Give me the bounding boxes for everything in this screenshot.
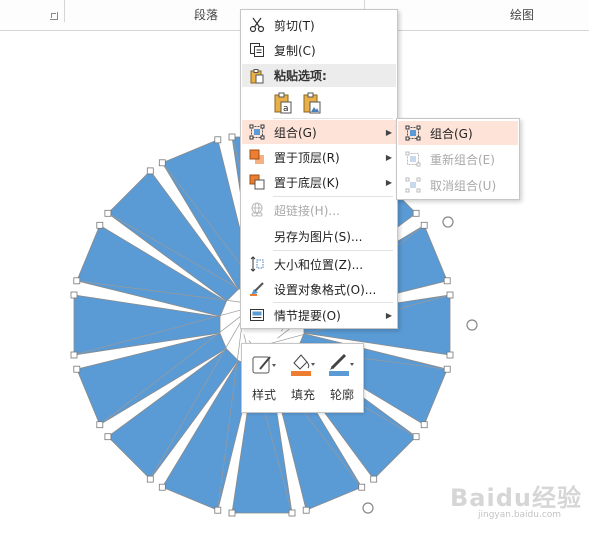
resize-handle[interactable] <box>443 365 451 373</box>
menu-item-label: 情节提要(O) <box>274 308 341 323</box>
submenu-arrow-icon: ▶ <box>385 177 393 187</box>
resize-handle[interactable] <box>228 509 236 517</box>
resize-handle[interactable] <box>443 277 451 285</box>
resize-handle[interactable] <box>370 475 378 483</box>
menu-item-send-to-back[interactable]: 置于底层(K) ▶ <box>242 170 396 194</box>
resize-handle[interactable] <box>146 167 154 175</box>
resize-handle[interactable] <box>96 421 104 429</box>
resize-handle[interactable] <box>358 483 366 491</box>
group-icon <box>242 120 272 144</box>
context-menu: 剪切(T) 复制(C) 粘贴选项: a 组合(G) ▶ 置于顶层(R) ▶ 置于… <box>240 9 398 329</box>
menu-item-label: 置于顶层(R) <box>274 150 340 165</box>
menu-item-hyperlink: 超链接(H)... <box>242 198 396 222</box>
shape-style-icon <box>250 350 278 380</box>
regroup-icon <box>398 147 428 171</box>
menu-item-label: 大小和位置(Z)... <box>274 257 364 272</box>
resize-handle[interactable] <box>302 506 310 514</box>
menu-item-label: 复制(C) <box>274 43 316 58</box>
rotate-handle-icon[interactable] <box>362 502 374 514</box>
bring-to-front-icon <box>242 145 272 169</box>
menu-item-cut[interactable]: 剪切(T) <box>242 13 396 37</box>
submenu-arrow-icon: ▶ <box>385 310 393 320</box>
resize-handle[interactable] <box>73 365 81 373</box>
resize-handle[interactable] <box>73 277 81 285</box>
menu-item-label: 重新组合(E) <box>430 152 495 167</box>
resize-handle[interactable] <box>104 209 112 217</box>
paste-as-picture-icon[interactable] <box>300 90 324 116</box>
menu-item-storyboard[interactable]: 情节提要(O) ▶ <box>242 303 396 327</box>
menu-item-group[interactable]: 组合(G) ▶ <box>242 120 396 144</box>
menu-separator <box>273 196 393 197</box>
paste-options-header: 粘贴选项: <box>242 64 396 87</box>
menu-item-bring-to-front[interactable]: 置于顶层(R) ▶ <box>242 145 396 169</box>
baidu-watermark: Baidu经验 <box>450 484 582 512</box>
resize-handle[interactable] <box>158 483 166 491</box>
menu-item-label: 取消组合(U) <box>430 178 497 193</box>
resize-handle[interactable] <box>214 136 222 144</box>
shape-style-button[interactable]: 样式 <box>245 350 283 408</box>
storyboard-icon <box>242 303 272 327</box>
copy-icon <box>242 38 272 62</box>
resize-handle[interactable] <box>158 159 166 167</box>
rotate-handle-icon[interactable] <box>466 319 478 331</box>
menu-item-copy[interactable]: 复制(C) <box>242 38 396 62</box>
paste-icon <box>242 64 272 87</box>
paint-bucket-icon <box>289 350 317 380</box>
resize-handle[interactable] <box>104 433 112 441</box>
submenu-arrow-icon: ▶ <box>385 152 393 162</box>
resize-handle[interactable] <box>420 421 428 429</box>
resize-handle[interactable] <box>70 291 78 299</box>
resize-handle[interactable] <box>446 291 454 299</box>
menu-item-label: 组合(G) <box>274 125 317 140</box>
resize-handle[interactable] <box>412 209 420 217</box>
resize-handle[interactable] <box>146 475 154 483</box>
send-to-back-icon <box>242 170 272 194</box>
menu-separator <box>273 118 393 119</box>
shape-fill-button[interactable]: 填充 <box>284 350 322 408</box>
menu-item-save-as-picture[interactable]: 另存为图片(S)... <box>242 224 396 248</box>
submenu-item-regroup: 重新组合(E) <box>398 147 518 171</box>
mini-toolbar: 样式 填充 轮廓 <box>241 343 364 413</box>
shape-outline-button[interactable]: 轮廓 <box>323 350 361 408</box>
scissors-icon <box>242 13 272 37</box>
slide-editor: 段落 绘图 剪切(T) 复制(C) 粘贴选项: a 组合(G) ▶ 置于顶层(R… <box>0 0 589 533</box>
resize-handle[interactable] <box>412 433 420 441</box>
shape-style-label: 样式 <box>251 388 276 402</box>
resize-handle[interactable] <box>70 351 78 359</box>
rotate-handle-icon[interactable] <box>442 216 454 228</box>
group-submenu: 组合(G) 重新组合(E) 取消组合(U) <box>396 118 520 200</box>
shape-fill-label: 填充 <box>290 388 315 402</box>
submenu-item-group[interactable]: 组合(G) <box>398 121 518 145</box>
resize-handle[interactable] <box>214 506 222 514</box>
resize-handle[interactable] <box>96 221 104 229</box>
menu-item-label: 组合(G) <box>430 126 473 141</box>
size-position-icon <box>242 252 272 276</box>
shape-outline-label: 轮廓 <box>329 388 354 402</box>
resize-handle[interactable] <box>288 509 296 517</box>
menu-item-label: 设置对象格式(O)... <box>274 282 377 297</box>
format-object-icon <box>242 277 272 301</box>
group-icon <box>398 121 428 145</box>
resize-handle[interactable] <box>228 133 236 141</box>
resize-handle[interactable] <box>420 221 428 229</box>
pen-outline-icon <box>327 350 357 380</box>
menu-item-label: 置于底层(K) <box>274 175 340 190</box>
menu-item-label: 另存为图片(S)... <box>274 229 363 244</box>
submenu-item-ungroup: 取消组合(U) <box>398 173 518 197</box>
menu-separator <box>273 250 393 251</box>
menu-item-format-object[interactable]: 设置对象格式(O)... <box>242 277 396 301</box>
keep-text-only-icon[interactable]: a <box>271 90 295 116</box>
menu-item-label: 剪切(T) <box>274 18 315 33</box>
menu-item-label: 超链接(H)... <box>274 203 340 218</box>
svg-text:a: a <box>283 104 289 114</box>
baidu-watermark-url: jingyan.baidu.com <box>478 510 562 520</box>
ungroup-icon <box>398 173 428 197</box>
menu-item-size-position[interactable]: 大小和位置(Z)... <box>242 252 396 276</box>
hyperlink-icon <box>242 198 272 222</box>
resize-handle[interactable] <box>446 351 454 359</box>
submenu-arrow-icon: ▶ <box>385 127 393 137</box>
